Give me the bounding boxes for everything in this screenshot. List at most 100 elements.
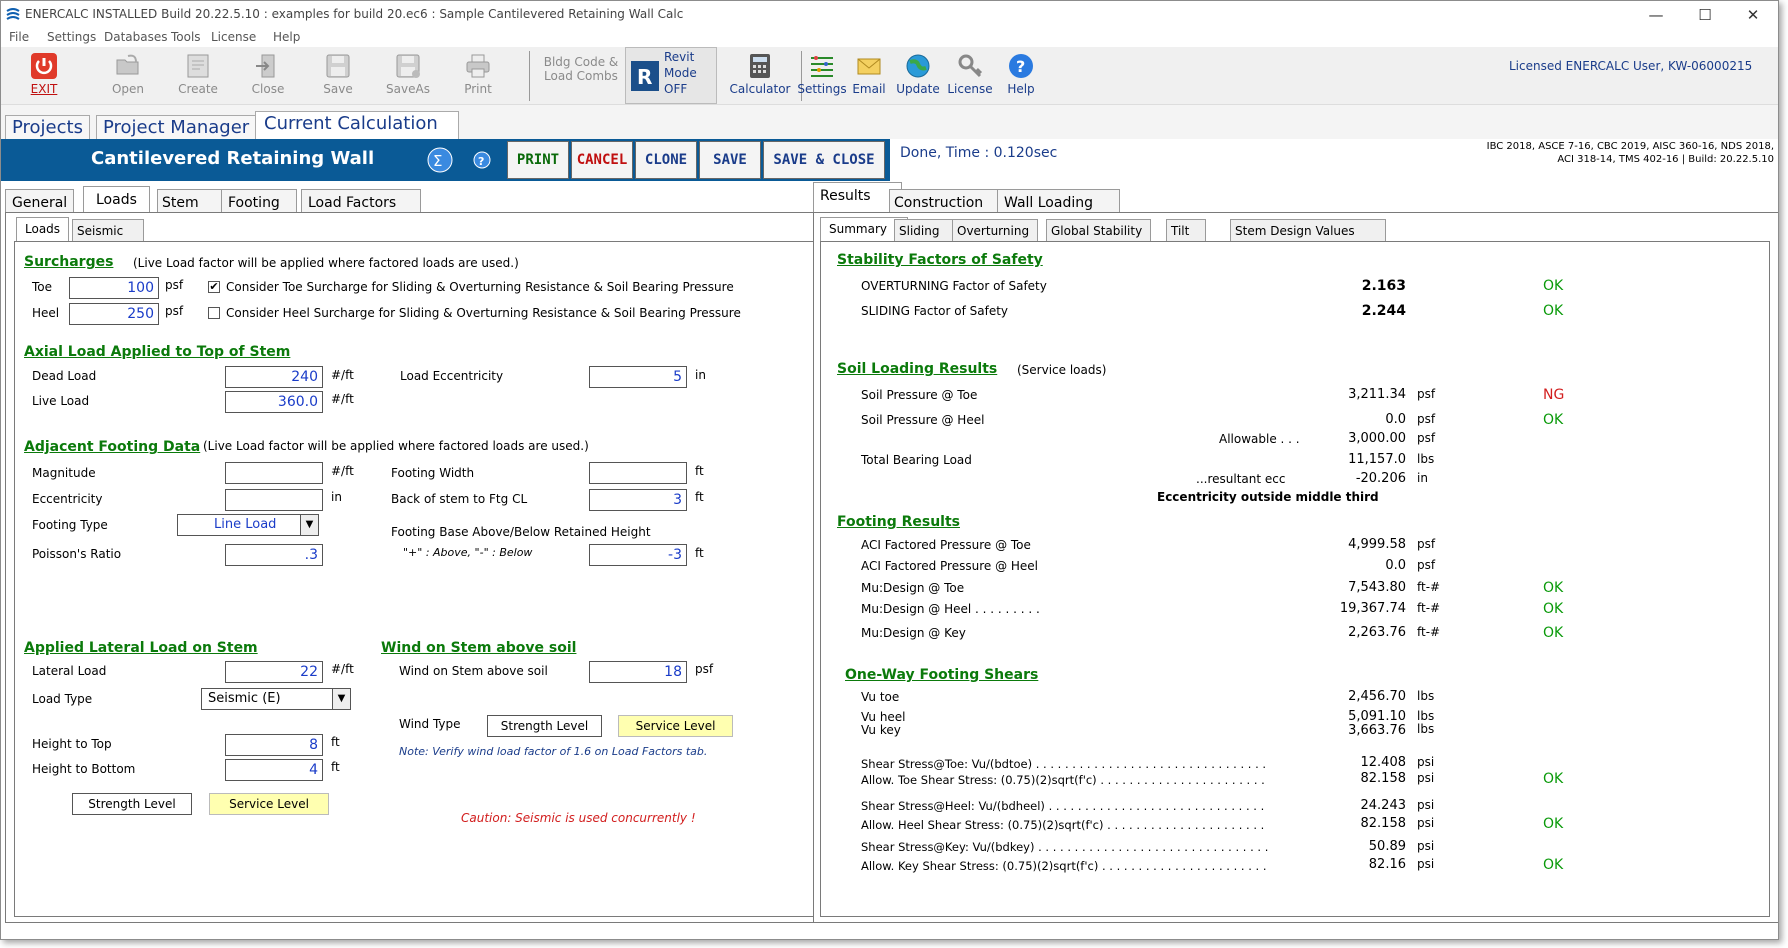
toe-surcharge-checkbox[interactable]: ✔ — [208, 281, 220, 293]
menu-settings[interactable]: Settings — [47, 30, 96, 44]
save-button[interactable]: SAVE — [699, 141, 761, 179]
subtab-global-stability[interactable]: Global Stability — [1046, 219, 1152, 241]
aci-toe-label: ACI Factored Pressure @ Toe — [861, 538, 1031, 552]
cancel-button[interactable]: CANCEL — [571, 141, 633, 179]
shears-title: One-Way Footing Shears — [845, 667, 1039, 683]
aci-toe-value: 4,999.58 — [1348, 537, 1406, 552]
footing-base-input[interactable]: -3 — [589, 544, 687, 566]
subtab-seismic[interactable]: Seismic — [72, 219, 145, 241]
save-close-button[interactable]: SAVE & CLOSE — [763, 141, 885, 179]
subtab-tilt[interactable]: Tilt — [1166, 219, 1207, 241]
calc-help-icon[interactable]: ? — [473, 151, 491, 169]
chevron-down-icon: ▼ — [332, 689, 350, 709]
close-window-button[interactable]: ✕ — [1735, 3, 1771, 27]
back-stem-input[interactable]: 3 — [589, 489, 687, 511]
tab-current-calculation[interactable]: Current Calculation — [255, 111, 459, 139]
height-top-unit: ft — [331, 735, 340, 749]
calc-title: Cantilevered Retaining Wall — [91, 148, 375, 169]
subtab-overturning[interactable]: Overturning — [952, 219, 1039, 241]
footing-results-title: Footing Results — [837, 514, 960, 530]
shear-stress-heel-value: 24.243 — [1360, 798, 1407, 813]
magnitude-input[interactable] — [225, 462, 323, 484]
tab-wall-loading[interactable]: Wall Loading — [997, 189, 1120, 213]
poisson-input[interactable]: .3 — [225, 544, 323, 566]
save-toolbar-button[interactable]: Save — [303, 49, 373, 101]
codes-line-1: IBC 2018, ASCE 7-16, CBC 2019, AISC 360-… — [1486, 141, 1774, 152]
exit-button[interactable]: EXIT — [9, 49, 79, 101]
menu-help[interactable]: Help — [273, 30, 300, 44]
tab-project-manager[interactable]: Project Manager — [96, 115, 257, 139]
tab-projects[interactable]: Projects — [5, 115, 90, 139]
eccentricity-input[interactable] — [225, 489, 323, 511]
toe-surcharge-input[interactable]: 100 — [69, 277, 159, 299]
heel-surcharge-input[interactable]: 250 — [69, 303, 159, 325]
dead-load-input[interactable]: 240 — [225, 366, 323, 388]
load-type-select[interactable]: Seismic (E) ▼ — [201, 688, 351, 710]
live-load-input[interactable]: 360.0 — [225, 391, 323, 413]
wind-strength-level-button[interactable]: Strength Level — [487, 715, 602, 737]
wind-service-level-button[interactable]: Service Level — [618, 715, 733, 737]
footing-type-select[interactable]: Line Load ▼ — [177, 514, 319, 536]
allow-heel-value: 82.158 — [1360, 816, 1407, 831]
bldg-code-button[interactable]: Bldg Code & Load Combs — [541, 55, 621, 83]
maximize-button[interactable]: ☐ — [1687, 3, 1723, 27]
menu-license[interactable]: License — [211, 30, 256, 44]
footing-type-value: Line Load — [214, 517, 277, 532]
mu-toe-status: OK — [1543, 580, 1564, 596]
revit-icon: R — [630, 60, 660, 92]
toe-surcharge-check-label: Consider Toe Surcharge for Sliding & Ove… — [226, 280, 734, 294]
allow-toe-value: 82.158 — [1360, 771, 1407, 786]
footing-width-input[interactable] — [589, 462, 687, 484]
menu-databases[interactable]: Databases — [104, 30, 168, 44]
lateral-strength-level-button[interactable]: Strength Level — [72, 793, 192, 815]
lateral-load-input[interactable]: 22 — [225, 661, 323, 683]
tab-load-factors[interactable]: Load Factors — [301, 189, 422, 213]
saveas-label: SaveAs — [386, 82, 430, 96]
help-button[interactable]: ? Help — [993, 49, 1049, 101]
print-toolbar-button[interactable]: Print — [443, 49, 513, 101]
lateral-service-level-button[interactable]: Service Level — [209, 793, 329, 815]
left-tabs: General Loads Stem Footing Load Factors — [5, 185, 825, 213]
revit-mode-button[interactable]: R Revit Mode OFF — [625, 47, 717, 104]
shear-stress-key-unit: psi — [1417, 839, 1435, 853]
lateral-load-label: Lateral Load — [32, 664, 107, 678]
save-toolbar-label: Save — [323, 82, 353, 96]
power-icon — [30, 52, 58, 80]
sliding-label: SLIDING Factor of Safety — [861, 304, 1009, 318]
load-eccentricity-input[interactable]: 5 — [589, 366, 687, 388]
clone-button[interactable]: CLONE — [635, 141, 697, 179]
open-button[interactable]: Open — [93, 49, 163, 101]
toolbar: EXIT Open Create Close Save SaveAs Print — [1, 47, 1778, 105]
saveas-button[interactable]: SaveAs — [373, 49, 443, 101]
svg-text:?: ? — [478, 155, 484, 168]
close-button[interactable]: Close — [233, 49, 303, 101]
tab-construction[interactable]: Construction — [889, 189, 1011, 213]
calculator-button[interactable]: Calculator — [725, 49, 795, 101]
subtab-sliding[interactable]: Sliding — [894, 219, 957, 241]
print-button[interactable]: PRINT — [507, 141, 569, 179]
dead-load-unit: #/ft — [331, 368, 354, 382]
wind-note: Note: Verify wind load factor of 1.6 on … — [399, 745, 708, 758]
allow-key-label: Allow. Key Shear Stress: (0.75)(2)sqrt(f… — [861, 859, 1267, 873]
tab-footing[interactable]: Footing — [221, 189, 297, 213]
window-title: ENERCALC INSTALLED Build 20.22.5.10 : ex… — [25, 7, 684, 21]
wind-type-label: Wind Type — [399, 717, 461, 731]
sigma-icon[interactable]: Σ — [427, 147, 453, 173]
allow-toe-status: OK — [1543, 771, 1564, 787]
tab-general[interactable]: General — [5, 189, 75, 213]
load-eccentricity-unit: in — [695, 368, 706, 382]
tab-loads[interactable]: Loads — [83, 186, 150, 213]
menu-bar: File Settings Databases Tools License He… — [1, 29, 1778, 47]
subtab-stem-design-values[interactable]: Stem Design Values — [1230, 219, 1386, 241]
menu-file[interactable]: File — [9, 30, 29, 44]
create-button[interactable]: Create — [163, 49, 233, 101]
minimize-button[interactable]: — — [1638, 3, 1674, 27]
heel-surcharge-checkbox[interactable] — [208, 307, 220, 319]
allowable-value: 3,000.00 — [1348, 431, 1406, 446]
wind-input[interactable]: 18 — [589, 661, 687, 683]
height-bottom-input[interactable]: 4 — [225, 759, 323, 781]
height-top-input[interactable]: 8 — [225, 734, 323, 756]
menu-tools[interactable]: Tools — [171, 30, 201, 44]
subtab-loads[interactable]: Loads — [16, 217, 70, 241]
tab-stem[interactable]: Stem — [157, 189, 230, 213]
